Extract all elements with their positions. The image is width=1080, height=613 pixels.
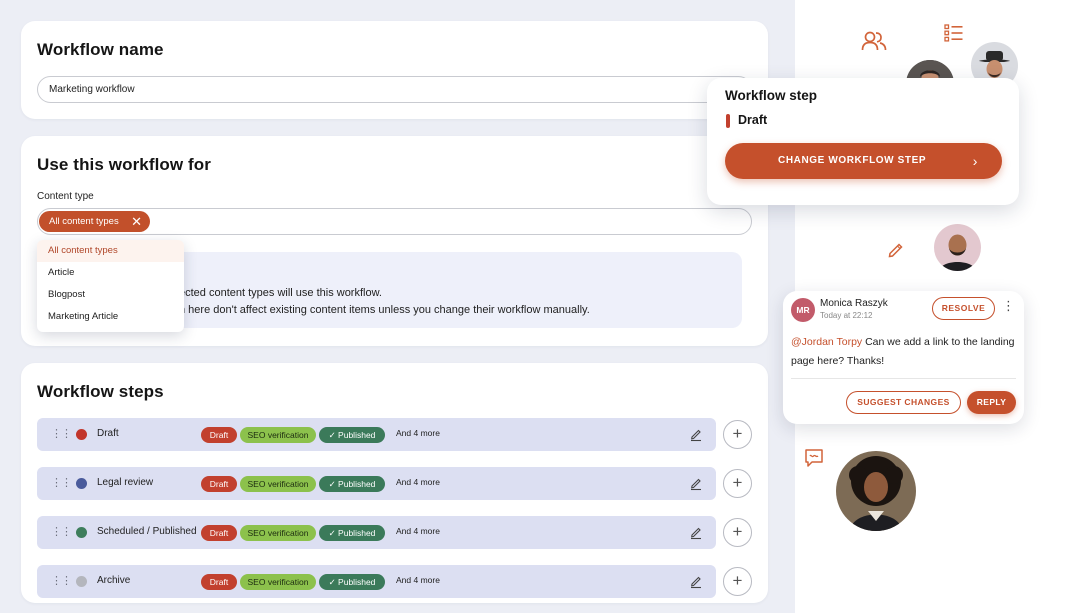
tag-draft: Draft [201,427,237,443]
workflow-info-box: ected content types will use this workfl… [109,252,742,328]
change-workflow-step-label: CHANGE WORKFLOW STEP [778,155,927,166]
workflow-steps-title: Workflow steps [37,382,164,401]
workflow-step-row[interactable]: ⋮⋮ Draft Draft SEO verification ✓ Publis… [37,418,716,451]
workflow-name-title: Workflow name [37,40,164,59]
more-tags-text: And 4 more [396,526,440,536]
users-icon[interactable] [861,30,887,52]
tag-seo-verification: SEO verification [240,525,316,541]
chevron-right-icon: › [972,153,978,169]
tag-published: ✓ Published [319,427,385,443]
step-color-dot [76,576,87,587]
use-workflow-for-title: Use this workflow for [37,155,212,174]
content-type-label: Content type [37,191,94,202]
step-name: Scheduled / Published [97,526,197,537]
selected-content-type-chip[interactable]: All content types ✕ [39,211,150,232]
add-step-button[interactable]: + [723,518,752,547]
comment-author: Monica Raszyk [820,298,888,309]
workflow-step-row[interactable]: ⋮⋮ Legal review Draft SEO verification ✓… [37,467,716,500]
add-step-button[interactable]: + [723,567,752,596]
drag-handle-icon[interactable]: ⋮⋮ [51,525,72,538]
dropdown-option-all-content-types[interactable]: All content types [37,240,184,262]
edit-icon[interactable] [689,475,703,491]
drag-handle-icon[interactable]: ⋮⋮ [51,427,72,440]
workflow-step-row[interactable]: ⋮⋮ Archive Draft SEO verification ✓ Publ… [37,565,716,598]
comment-card: MR Monica Raszyk Today at 22:12 RESOLVE … [783,291,1024,424]
step-name: Archive [97,575,131,586]
step-color-dot [76,527,87,538]
tag-draft: Draft [201,476,237,492]
step-color-dot [76,429,87,440]
step-color-dot [76,478,87,489]
dropdown-option-marketing-article[interactable]: Marketing Article [37,306,184,328]
dropdown-option-blogpost[interactable]: Blogpost [37,284,184,306]
resolve-button[interactable]: RESOLVE [932,297,995,320]
current-step-color-bar [726,114,730,128]
info-text-line-1: ected content types will use this workfl… [179,287,382,299]
tag-seo-verification: SEO verification [240,574,316,590]
comment-divider [791,378,1016,379]
change-workflow-step-button[interactable]: CHANGE WORKFLOW STEP › [725,143,1002,179]
avatar-user-4 [836,451,916,531]
tag-published: ✓ Published [319,574,385,590]
add-step-button[interactable]: + [723,420,752,449]
workflow-name-input[interactable]: Marketing workflow [37,76,752,103]
tag-draft: Draft [201,574,237,590]
avatar-user-3 [934,224,981,271]
edit-icon[interactable] [689,573,703,589]
add-step-button[interactable]: + [723,469,752,498]
chip-label: All content types [49,216,119,227]
comment-text: @Jordan Torpy Can we add a link to the l… [791,333,1016,371]
suggest-changes-button[interactable]: SUGGEST CHANGES [846,391,961,414]
dropdown-option-article[interactable]: Article [37,262,184,284]
pencil-icon[interactable] [887,241,906,258]
workflow-step-popup: Workflow step Draft CHANGE WORKFLOW STEP… [707,78,1019,205]
workflow-name-card: Workflow name Marketing workflow [21,21,768,119]
tag-seo-verification: SEO verification [240,476,316,492]
comment-mention[interactable]: @Jordan Torpy [791,336,862,348]
current-step-name: Draft [738,113,768,127]
more-tags-text: And 4 more [396,477,440,487]
drag-handle-icon[interactable]: ⋮⋮ [51,476,72,489]
edit-icon[interactable] [689,426,703,442]
tag-seo-verification: SEO verification [240,427,316,443]
step-name: Draft [97,428,119,439]
kebab-menu-icon[interactable]: ⋮ [1002,299,1015,312]
close-icon[interactable]: ✕ [131,211,142,232]
workflow-step-popup-title: Workflow step [725,88,818,103]
reply-button[interactable]: REPLY [967,391,1016,414]
workflow-step-row[interactable]: ⋮⋮ Scheduled / Published Draft SEO verif… [37,516,716,549]
info-text-line-2: n here don't affect existing content ite… [179,304,590,316]
tag-draft: Draft [201,525,237,541]
comment-icon[interactable] [804,448,824,468]
tag-published: ✓ Published [319,525,385,541]
more-tags-text: And 4 more [396,428,440,438]
drag-handle-icon[interactable]: ⋮⋮ [51,574,72,587]
more-tags-text: And 4 more [396,575,440,585]
list-icon[interactable] [944,24,964,42]
comment-timestamp: Today at 22:12 [820,311,873,320]
step-name: Legal review [97,477,154,488]
avatar: MR [791,298,815,322]
edit-icon[interactable] [689,524,703,540]
tag-published: ✓ Published [319,476,385,492]
content-type-dropdown: All content types Article Blogpost Marke… [37,240,184,332]
